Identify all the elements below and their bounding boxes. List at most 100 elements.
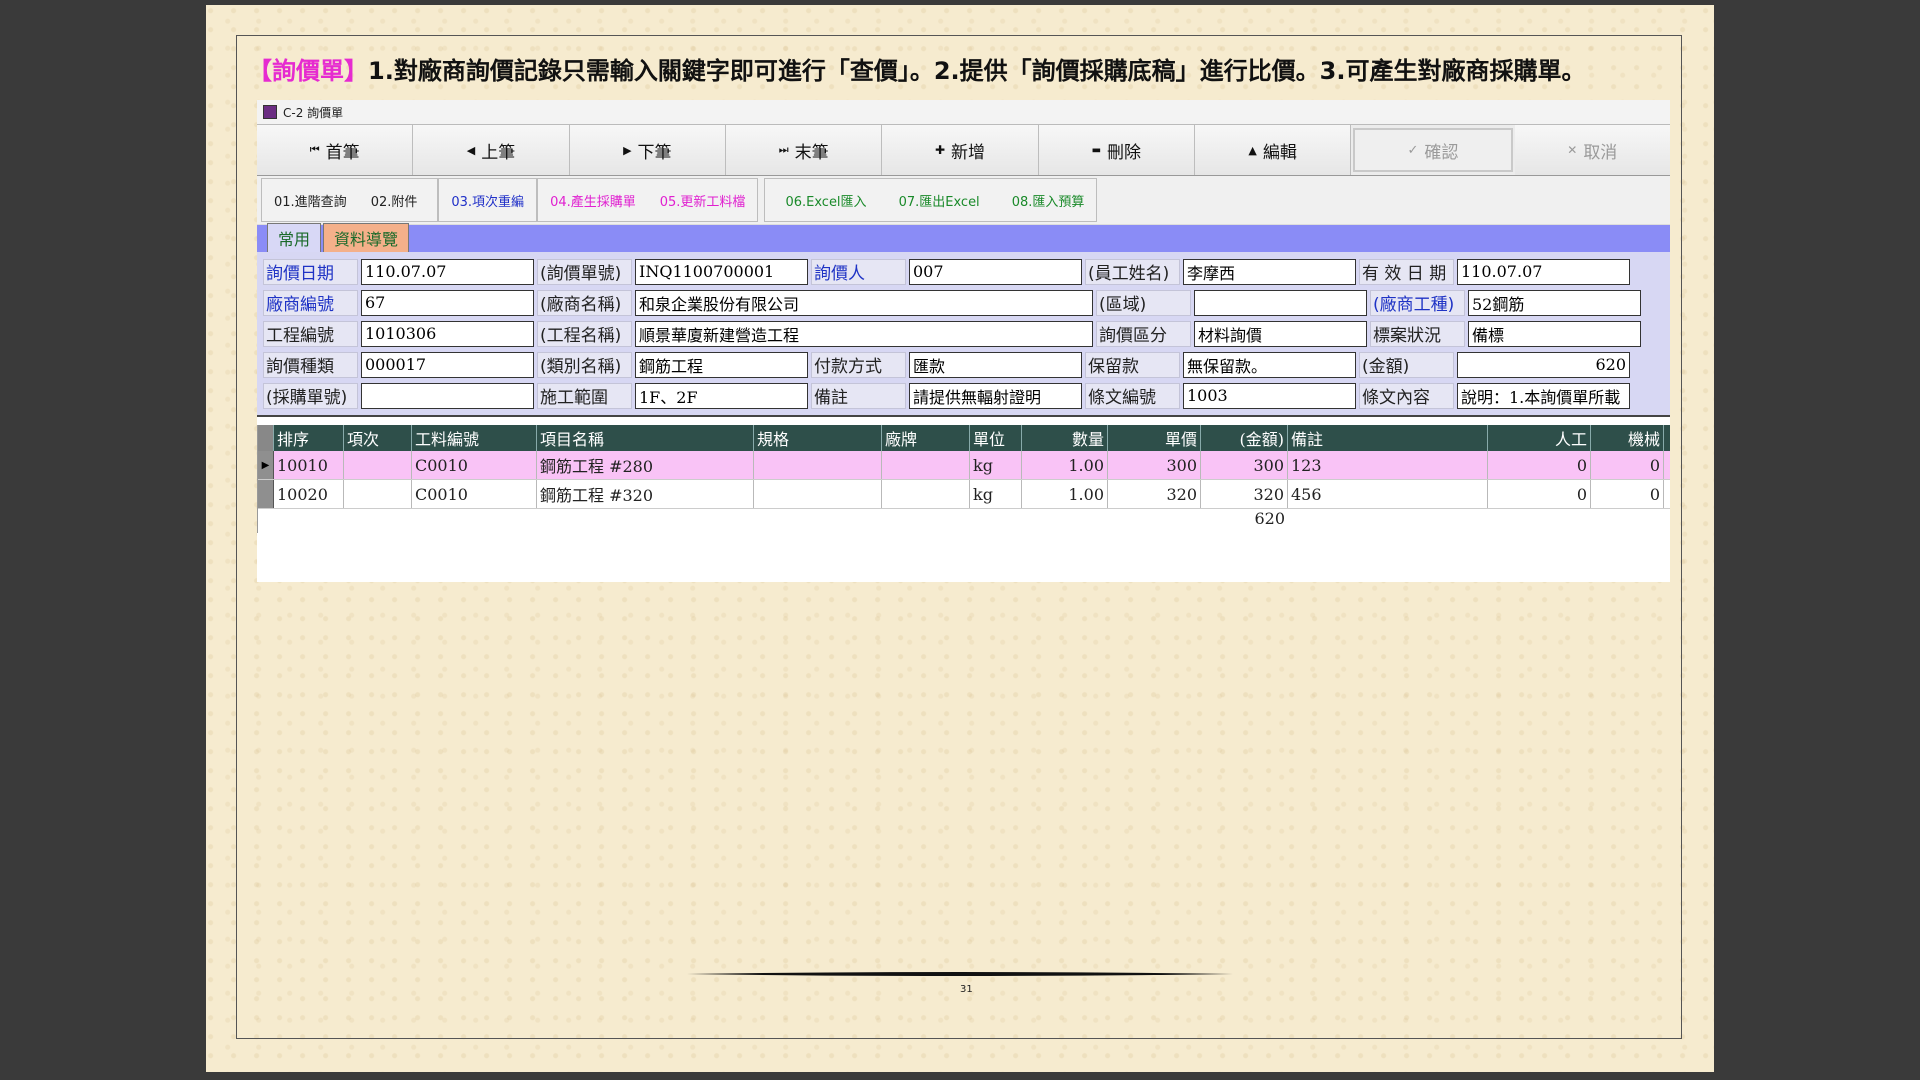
cell-amount[interactable]: 320 (1201, 480, 1288, 508)
col-material-no[interactable]: 工料編號 (412, 425, 537, 451)
col-item[interactable]: 項次 (344, 425, 412, 451)
cell-item[interactable] (344, 451, 412, 479)
area-field[interactable] (1194, 289, 1367, 316)
cell-item[interactable] (344, 480, 412, 508)
last-icon: ⏭ (778, 143, 789, 156)
col-amount[interactable]: (金額) (1201, 425, 1288, 451)
attachment-tool[interactable]: 02.附件 (359, 191, 438, 210)
inquirer-label[interactable]: 詢價人 (811, 258, 906, 285)
cell-unit[interactable]: kg (970, 451, 1022, 479)
confirm-button[interactable]: ✓ 確認 (1353, 128, 1513, 172)
retention-field[interactable]: 無保留款。 (1183, 351, 1356, 378)
col-brand[interactable]: 廠牌 (882, 425, 970, 451)
col-unit[interactable]: 單位 (970, 425, 1022, 451)
vendor-type-label[interactable]: (廠商工種) (1370, 289, 1465, 316)
excel-import-tool[interactable]: 06.Excel匯入 (765, 191, 878, 210)
inquiry-no-field[interactable]: INQ1100700001 (635, 258, 808, 285)
cell-qty[interactable]: 1.00 (1022, 480, 1108, 508)
delete-button[interactable]: ▬ 刪除 (1038, 125, 1195, 175)
cell-machine[interactable]: 0 (1591, 480, 1664, 508)
cell-material-no[interactable]: C0010 (412, 480, 537, 508)
first-record-button[interactable]: ⏮ 首筆 (257, 125, 414, 175)
prev-label: 上筆 (481, 142, 516, 163)
edit-button[interactable]: ▲ 編輯 (1194, 125, 1352, 175)
cell-unit[interactable]: kg (970, 480, 1022, 508)
tool-group-query: 01.進階查詢 02.附件 (261, 178, 439, 222)
cell-machine[interactable]: 0 (1591, 451, 1664, 479)
clause-text-label: 條文內容 (1359, 382, 1454, 409)
row-selector (258, 480, 274, 508)
tab-strip: 常用 資料導覽 (257, 223, 1670, 252)
table-row[interactable]: ▶ 10010 C0010 鋼筋工程 #280 kg 1.00 300 300 … (258, 451, 1670, 480)
bid-status-field[interactable]: 備標 (1468, 320, 1641, 347)
excel-export-tool[interactable]: 07.匯出Excel (879, 191, 992, 210)
col-machine[interactable]: 機械 (1591, 425, 1664, 451)
last-record-button[interactable]: ⏭ 末筆 (725, 125, 883, 175)
cell-brand[interactable] (882, 480, 970, 508)
col-note[interactable]: 備註 (1288, 425, 1488, 451)
cell-amount[interactable]: 300 (1201, 451, 1288, 479)
po-no-field[interactable] (361, 382, 534, 409)
clause-no-field[interactable]: 1003 (1183, 382, 1356, 409)
amount-field[interactable]: 620 (1457, 351, 1630, 378)
col-unit-price[interactable]: 單價 (1108, 425, 1201, 451)
project-no-field[interactable]: 1010306 (361, 320, 534, 347)
employee-name-field[interactable]: 李摩西 (1183, 258, 1356, 285)
cell-labor[interactable]: 0 (1488, 451, 1591, 479)
slide-headline: 【詢價單】1.對廠商詢價記錄只需輸入關鍵字即可進行「查價」。2.提供「詢價採購底… (248, 51, 1585, 86)
add-button[interactable]: ✚ 新增 (882, 125, 1039, 175)
inquiry-date-label[interactable]: 詢價日期 (263, 258, 358, 285)
last-label: 末筆 (794, 142, 829, 163)
cell-item-name[interactable]: 鋼筋工程 #280 (537, 451, 754, 479)
next-record-button[interactable]: ▶ 下筆 (569, 125, 726, 175)
category-name-field[interactable]: 鋼筋工程 (635, 351, 808, 378)
note-field[interactable]: 請提供無輻射證明 (909, 382, 1082, 409)
cell-brand[interactable] (882, 451, 970, 479)
cell-unit-price[interactable]: 300 (1108, 451, 1201, 479)
payment-field[interactable]: 匯款 (909, 351, 1082, 378)
scope-field[interactable]: 1F、2F (635, 382, 808, 409)
inquiry-date-field[interactable]: 110.07.07 (361, 258, 534, 285)
cancel-button[interactable]: ✕ 取消 (1514, 125, 1670, 175)
col-labor[interactable]: 人工 (1488, 425, 1591, 451)
update-material-tool[interactable]: 05.更新工料檔 (648, 191, 758, 210)
cell-material-no[interactable]: C0010 (412, 451, 537, 479)
cell-spec[interactable] (754, 451, 882, 479)
cell-labor[interactable]: 0 (1488, 480, 1591, 508)
col-spec[interactable]: 規格 (754, 425, 882, 451)
po-no-label: (採購單號) (263, 382, 358, 409)
prev-record-button[interactable]: ◀ 上筆 (413, 125, 570, 175)
renumber-tool[interactable]: 03.項次重編 (439, 191, 536, 210)
vendor-no-field[interactable]: 67 (361, 289, 534, 316)
budget-import-tool[interactable]: 08.匯入預算 (992, 191, 1097, 210)
advanced-search-tool[interactable]: 01.進階查詢 (262, 191, 359, 210)
table-row[interactable]: 10020 C0010 鋼筋工程 #320 kg 1.00 320 320 45… (258, 480, 1670, 509)
cancel-label: 取消 (1583, 142, 1618, 163)
cell-unit-price[interactable]: 320 (1108, 480, 1201, 508)
inquiry-type-field[interactable]: 000017 (361, 351, 534, 378)
valid-date-field[interactable]: 110.07.07 (1457, 258, 1630, 285)
cell-qty[interactable]: 1.00 (1022, 451, 1108, 479)
col-qty[interactable]: 數量 (1022, 425, 1108, 451)
project-name-field[interactable]: 順景華廈新建營造工程 (635, 320, 1093, 347)
category-name-label: (類別名稱) (537, 351, 632, 378)
inquiry-category-field[interactable]: 材料詢價 (1194, 320, 1367, 347)
tab-common[interactable]: 常用 (267, 223, 322, 252)
generate-po-tool[interactable]: 04.產生採購單 (538, 191, 648, 210)
col-item-name[interactable]: 項目名稱 (537, 425, 754, 451)
vendor-name-field[interactable]: 和泉企業股份有限公司 (635, 289, 1093, 316)
cell-note[interactable]: 123 (1288, 451, 1488, 479)
vendor-type-field[interactable]: 52鋼筋 (1468, 289, 1641, 316)
cell-note[interactable]: 456 (1288, 480, 1488, 508)
cell-sort[interactable]: 10020 (274, 480, 344, 508)
tab-data-navigation[interactable]: 資料導覽 (323, 223, 410, 252)
headline-text: 1.對廠商詢價記錄只需輸入關鍵字即可進行「查價」。2.提供「詢價採購底稿」進行比… (368, 57, 1586, 85)
clause-text-field[interactable]: 說明：1.本詢價單所載 (1457, 382, 1630, 409)
col-sort[interactable]: 排序 (274, 425, 344, 451)
inquirer-field[interactable]: 007 (909, 258, 1082, 285)
vendor-no-label[interactable]: 廠商編號 (263, 289, 358, 316)
cell-spec[interactable] (754, 480, 882, 508)
bid-status-label: 標案狀況 (1370, 320, 1465, 347)
cell-item-name[interactable]: 鋼筋工程 #320 (537, 480, 754, 508)
cell-sort[interactable]: 10010 (274, 451, 344, 479)
